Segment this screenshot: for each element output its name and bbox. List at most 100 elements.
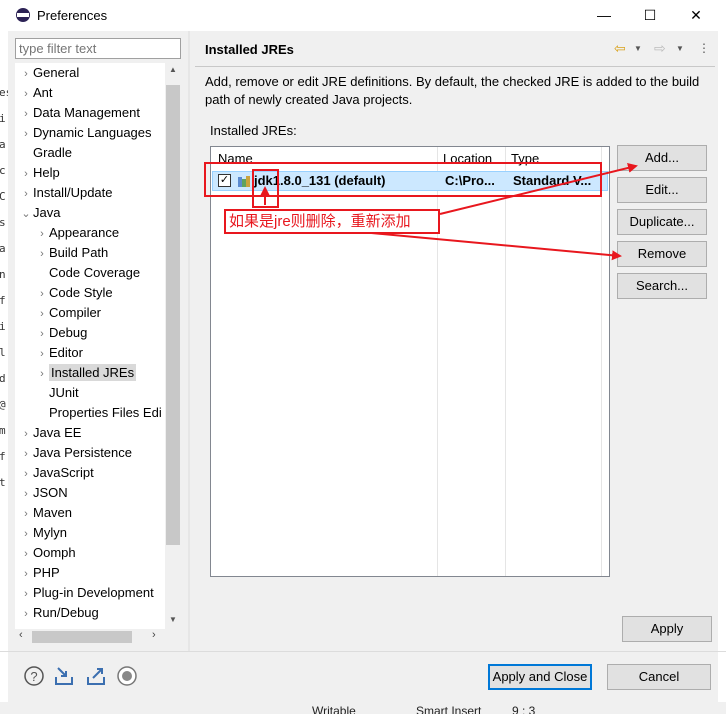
tree-item[interactable]: › Debug — [35, 323, 87, 343]
apply-button[interactable]: Apply — [622, 616, 712, 642]
window-title: Preferences — [37, 8, 108, 23]
collapsed-chevron-icon[interactable]: › — [19, 104, 33, 124]
collapsed-chevron-icon[interactable]: › — [19, 84, 33, 104]
background-code-fragment: m — [0, 424, 6, 437]
collapsed-chevron-icon[interactable]: › — [35, 324, 49, 344]
tree-item[interactable]: › Build Path — [35, 243, 108, 263]
collapsed-chevron-icon[interactable]: › — [35, 244, 49, 264]
export-icon[interactable] — [85, 665, 107, 687]
tree-item[interactable]: Code Coverage — [35, 263, 140, 283]
background-code-fragment: s — [0, 216, 6, 229]
tree-item[interactable]: › Java EE — [19, 423, 81, 443]
tree-item[interactable]: › JSON — [19, 483, 68, 503]
minimize-button[interactable]: — — [581, 0, 627, 31]
collapsed-chevron-icon[interactable]: › — [19, 64, 33, 84]
tree-item-label: Maven — [33, 505, 73, 520]
tree-item[interactable]: ⌄ Java — [19, 203, 60, 223]
record-icon[interactable] — [116, 665, 138, 687]
forward-dropdown-icon[interactable]: ▼ — [676, 44, 684, 53]
collapsed-chevron-icon[interactable]: › — [35, 364, 49, 384]
tree-item[interactable]: JUnit — [35, 383, 79, 403]
tree-item[interactable]: › Data Management — [19, 103, 140, 123]
tree-item[interactable]: › Appearance — [35, 223, 119, 243]
close-button[interactable]: ✕ — [673, 0, 719, 31]
collapsed-chevron-icon[interactable]: › — [19, 504, 33, 524]
tree-item[interactable]: › Plug-in Development — [19, 583, 154, 603]
tree-item[interactable]: › JavaScript — [19, 463, 94, 483]
collapsed-chevron-icon[interactable]: › — [19, 604, 33, 624]
tree-item-label: Java EE — [33, 425, 82, 440]
search-button[interactable]: Search... — [617, 273, 707, 299]
column-type[interactable]: Type — [511, 151, 539, 166]
tree-item[interactable]: › Java Persistence — [19, 443, 132, 463]
scroll-thumb[interactable] — [166, 85, 180, 545]
tree-item[interactable]: Gradle — [19, 143, 72, 163]
tree-item-label: Java Persistence — [33, 445, 132, 460]
collapsed-chevron-icon[interactable]: › — [19, 564, 33, 584]
tree-item[interactable]: › Installed JREs — [35, 363, 137, 384]
tree-item[interactable]: › Dynamic Languages — [19, 123, 151, 144]
remove-button[interactable]: Remove — [617, 241, 707, 267]
collapsed-chevron-icon[interactable]: › — [19, 444, 33, 464]
maximize-button[interactable]: ☐ — [627, 0, 673, 31]
back-arrow-icon[interactable]: ⇦ — [614, 40, 626, 57]
collapsed-chevron-icon[interactable]: › — [35, 344, 49, 364]
tree-item[interactable]: › Compiler — [35, 303, 101, 323]
tree-item[interactable]: › Code Style — [35, 283, 112, 304]
tree-item[interactable]: › Ant — [19, 83, 52, 104]
collapsed-chevron-icon[interactable]: › — [19, 584, 33, 604]
forward-arrow-icon[interactable]: ⇨ — [654, 40, 666, 57]
collapsed-chevron-icon[interactable]: › — [35, 304, 49, 324]
scroll-right-icon[interactable]: › — [152, 629, 156, 641]
collapsed-chevron-icon[interactable]: › — [19, 124, 33, 144]
collapsed-chevron-icon[interactable]: › — [19, 184, 33, 204]
tree-item[interactable]: › PHP — [19, 563, 60, 583]
tree-item[interactable]: › Oomph — [19, 543, 75, 564]
background-code-fragment: f — [0, 294, 6, 307]
collapsed-chevron-icon[interactable]: › — [35, 284, 49, 304]
tree-vertical-scrollbar[interactable]: ▲ ▼ — [165, 63, 181, 629]
apply-and-close-button[interactable]: Apply and Close — [488, 664, 592, 690]
panel-divider[interactable] — [188, 31, 190, 651]
table-row[interactable]: ✓ jdk1.8.0_131 (default) C:\Pro... Stand… — [212, 171, 608, 191]
tree-item-label: Install/Update — [33, 185, 113, 200]
tree-item[interactable]: › Editor — [35, 343, 83, 363]
tree-item[interactable]: › Maven — [19, 503, 72, 523]
collapsed-chevron-icon[interactable]: › — [19, 464, 33, 484]
tree-item[interactable]: › Install/Update — [19, 183, 113, 204]
filter-input[interactable] — [15, 38, 181, 59]
jre-type: Standard V... — [513, 173, 592, 188]
collapsed-chevron-icon[interactable]: › — [19, 524, 33, 544]
import-icon[interactable] — [53, 665, 75, 687]
view-menu-icon[interactable]: ⋮ — [698, 41, 710, 55]
tree-horizontal-scrollbar[interactable]: ‹ › — [15, 629, 165, 646]
background-window-edge — [718, 31, 726, 702]
back-dropdown-icon[interactable]: ▼ — [634, 44, 642, 53]
collapsed-chevron-icon[interactable]: › — [19, 544, 33, 564]
column-location[interactable]: Location — [443, 151, 492, 166]
tree-item[interactable]: Properties Files Edi — [35, 403, 162, 423]
tree-item-label: Run/Debug — [33, 605, 99, 620]
scroll-up-icon[interactable]: ▲ — [165, 65, 181, 74]
column-name[interactable]: Name — [218, 151, 253, 166]
tree-item[interactable]: › Run/Debug — [19, 603, 99, 623]
expanded-chevron-icon[interactable]: ⌄ — [19, 204, 33, 224]
default-jre-checkbox[interactable]: ✓ — [218, 174, 231, 187]
collapsed-chevron-icon[interactable]: › — [35, 224, 49, 244]
scroll-down-icon[interactable]: ▼ — [165, 615, 181, 624]
cancel-button[interactable]: Cancel — [607, 664, 711, 690]
tree-item[interactable]: › Help — [19, 163, 60, 183]
tree-item[interactable]: › General — [19, 63, 79, 83]
collapsed-chevron-icon[interactable]: › — [19, 424, 33, 444]
collapsed-chevron-icon[interactable]: › — [19, 164, 33, 184]
tree-item-label: Java — [33, 205, 61, 220]
add-button[interactable]: Add... — [617, 145, 707, 171]
scroll-left-icon[interactable]: ‹ — [19, 629, 23, 641]
hscroll-thumb[interactable] — [32, 631, 132, 643]
help-icon[interactable]: ? — [23, 665, 45, 687]
tree-item[interactable]: › Mylyn — [19, 523, 67, 543]
duplicate-button[interactable]: Duplicate... — [617, 209, 707, 235]
collapsed-chevron-icon[interactable]: › — [19, 484, 33, 504]
edit-button[interactable]: Edit... — [617, 177, 707, 203]
tree-item-label: Help — [33, 165, 60, 180]
